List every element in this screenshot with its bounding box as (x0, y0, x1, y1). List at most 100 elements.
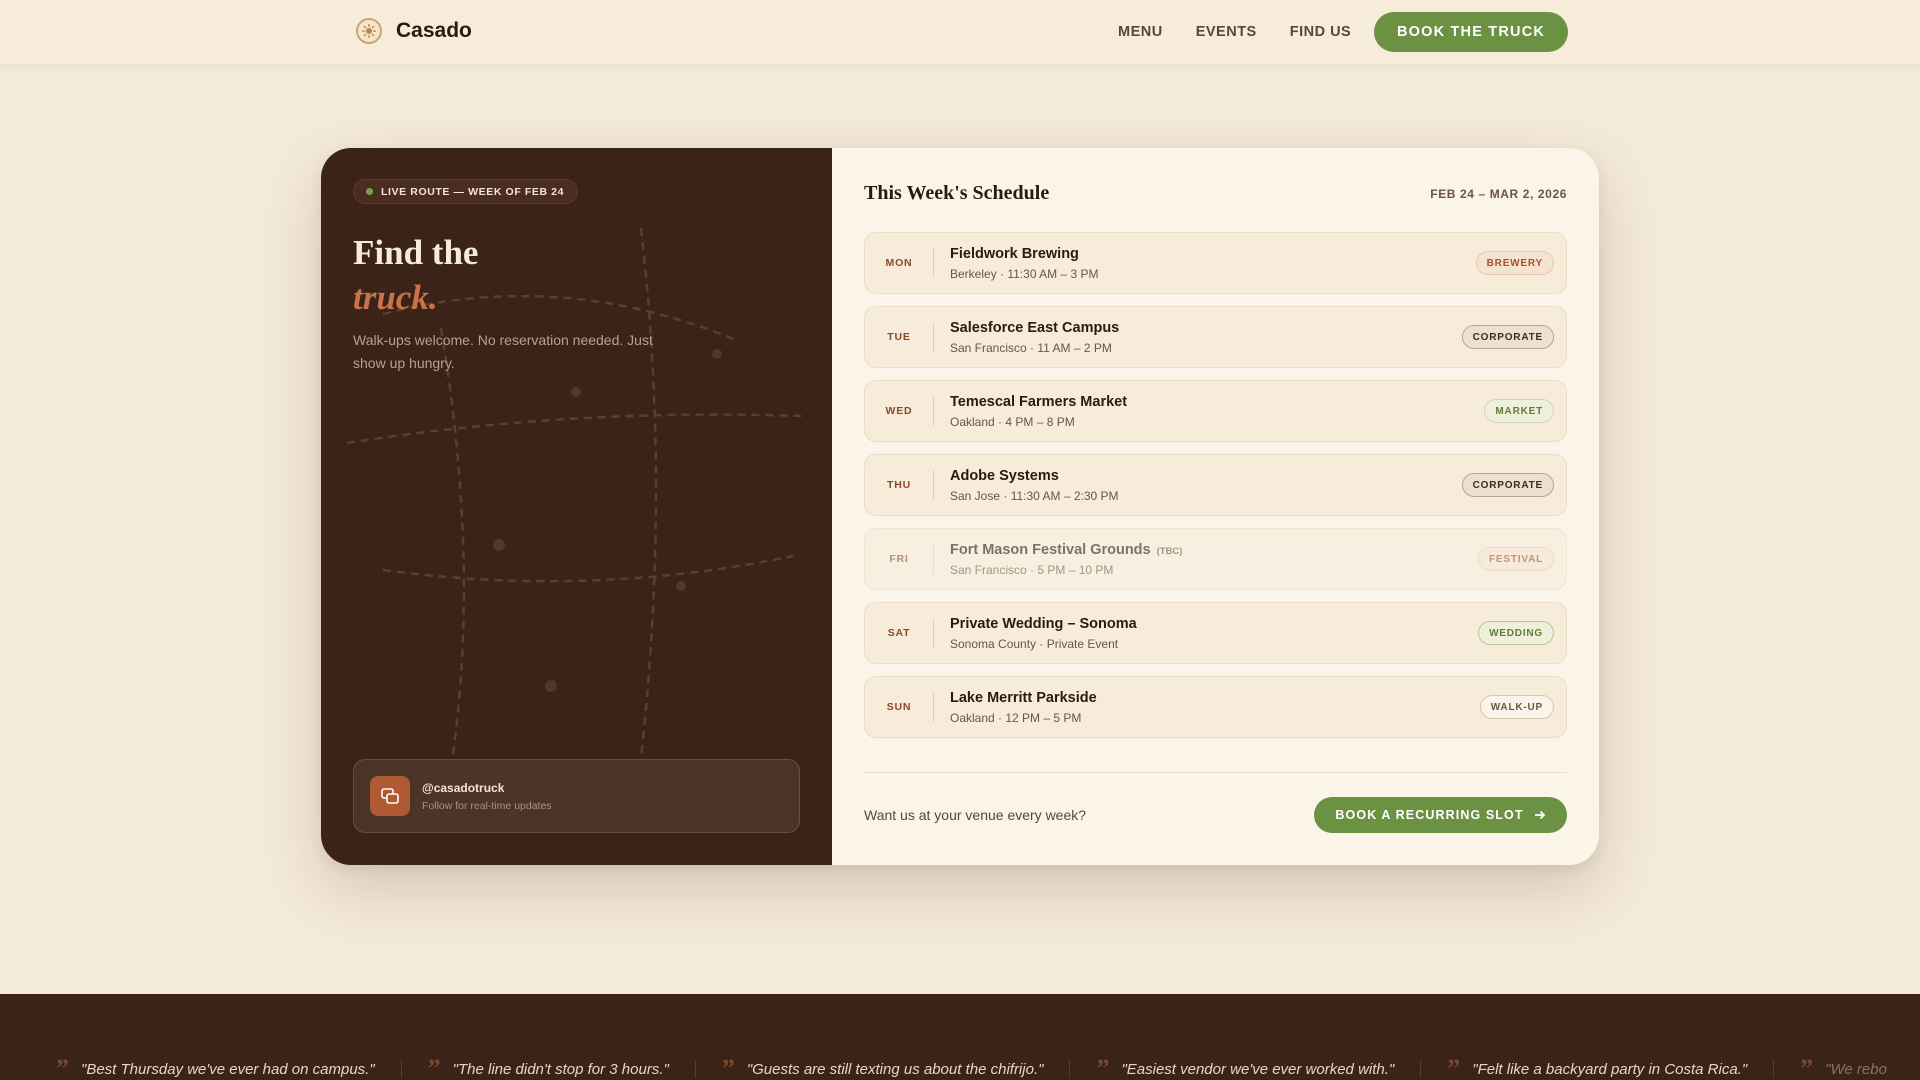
testimonial-ticker: ” "Best Thursday we've ever had on campu… (0, 994, 1920, 1080)
testimonial-item: ” "The line didn't stop for 3 hours." (427, 1054, 669, 1080)
venue-meta: San Jose · 11:30 AM – 2:30 PM (950, 489, 1119, 503)
venue-meta: Sonoma County · Private Event (950, 637, 1119, 651)
event-type-badge: WEDDING (1478, 621, 1554, 645)
live-dot-icon (366, 188, 373, 195)
testimonial-separator (1420, 1060, 1422, 1078)
testimonial-item: ” "Easiest vendor we've ever worked with… (1096, 1054, 1395, 1080)
brand-name: Casado (396, 19, 472, 42)
testimonial-separator (1069, 1060, 1071, 1078)
hero-panel: LIVE ROUTE — WEEK OF FEB 24 Find the tru… (321, 148, 832, 865)
tbc-label: (TBC) (1156, 546, 1183, 557)
book-the-truck-button[interactable]: BOOK THE TRUCK (1374, 12, 1568, 52)
social-note: Follow for real-time updates (422, 799, 552, 812)
testimonial-text: "Best Thursday we've ever had on campus.… (81, 1060, 375, 1078)
testimonial-separator (694, 1060, 696, 1078)
testimonial-separator (1773, 1060, 1775, 1078)
event-type-badge: FESTIVAL (1478, 547, 1554, 571)
testimonial-list: ” "Best Thursday we've ever had on campu… (56, 1054, 1887, 1080)
schedule-row-wed[interactable]: WED Temescal Farmers Market Oakland · 4 … (864, 380, 1567, 442)
venue-meta: Berkeley · 11:30 AM – 3 PM (950, 267, 1099, 281)
hero-title-line1: Find the (353, 233, 479, 272)
venue-name: Fort Mason Festival Grounds (TBC) (950, 542, 1183, 558)
schedule-title: This Week's Schedule (864, 182, 1050, 204)
quote-mark-icon: ” (1447, 1054, 1461, 1080)
schedule-list: MON Fieldwork Brewing Berkeley · 11:30 A… (864, 232, 1567, 750)
nav-link-menu[interactable]: MENU (1118, 24, 1163, 40)
book-recurring-slot-button[interactable]: BOOK A RECURRING SLOT (1314, 797, 1567, 833)
venue-name: Fieldwork Brewing (950, 246, 1079, 262)
day-label: SUN (886, 701, 912, 713)
quote-mark-icon: ” (721, 1054, 735, 1080)
testimonial-item: ” "Best Thursday we've ever had on campu… (56, 1054, 375, 1080)
venue-meta: Oakland · 12 PM – 5 PM (950, 711, 1082, 725)
social-handle: @casadotruck (422, 780, 505, 795)
venue-meta: San Francisco · 5 PM – 10 PM (950, 563, 1114, 577)
testimonial-item: ” "We rebo (1800, 1054, 1887, 1080)
social-text: @casadotruck Follow for real-time update… (422, 781, 552, 812)
event-type-badge: WALK-UP (1479, 695, 1554, 719)
quote-mark-icon: ” (1800, 1054, 1814, 1080)
schedule-row-fri[interactable]: FRI Fort Mason Festival Grounds (TBC) San… (864, 528, 1567, 590)
arrow-right-icon (1534, 810, 1545, 820)
day-label: THU (887, 479, 911, 491)
event-type-badge: MARKET (1484, 399, 1554, 423)
hero-title-line2: truck. (353, 278, 438, 317)
nav-link-events[interactable]: EVENTS (1196, 24, 1257, 40)
hero-title: Find the truck. (353, 230, 478, 320)
day-label: SAT (887, 627, 911, 639)
venue-meta: San Francisco · 11 AM – 2 PM (950, 341, 1112, 355)
venue-name: Salesforce East Campus (950, 320, 1120, 336)
row-divider (933, 544, 934, 574)
event-type-badge: BREWERY (1475, 251, 1554, 275)
nav-link-find-us[interactable]: FIND US (1290, 24, 1352, 40)
schedule-row-sat[interactable]: SAT Private Wedding – Sonoma Sonoma Coun… (864, 602, 1567, 664)
schedule-row-sun[interactable]: SUN Lake Merritt Parkside Oakland · 12 P… (864, 676, 1567, 738)
nav-links: MENU EVENTS FIND US (1118, 24, 1351, 40)
testimonial-separator (400, 1060, 402, 1078)
venue-name: Lake Merritt Parkside (950, 690, 1097, 706)
schedule-date-range: FEB 24 – MAR 2, 2026 (1430, 187, 1567, 201)
schedule-card: LIVE ROUTE — WEEK OF FEB 24 Find the tru… (321, 148, 1599, 865)
day-label: TUE (887, 331, 911, 343)
testimonial-text: "Guests are still texting us about the c… (746, 1060, 1044, 1078)
venue-name: Adobe Systems (950, 468, 1059, 484)
venue-name: Temescal Farmers Market (950, 394, 1128, 410)
quote-mark-icon: ” (56, 1054, 69, 1080)
testimonial-item: ” "Guests are still texting us about the… (721, 1054, 1044, 1080)
venue-name: Private Wedding – Sonoma (950, 616, 1137, 632)
sun-emblem-icon (356, 18, 382, 44)
event-type-badge: CORPORATE (1461, 325, 1554, 349)
row-divider (933, 248, 934, 278)
brand[interactable]: Casado (356, 18, 472, 44)
testimonial-text: "Felt like a backyard party in Costa Ric… (1472, 1060, 1748, 1078)
recurring-prompt: Want us at your venue every week? (864, 807, 1087, 823)
hero-subtitle: Walk-ups welcome. No reservation needed.… (353, 332, 653, 371)
chat-bubbles-icon (370, 776, 410, 816)
testimonial-text: "We rebo (1825, 1060, 1887, 1078)
schedule-row-mon[interactable]: MON Fieldwork Brewing Berkeley · 11:30 A… (864, 232, 1567, 294)
event-type-badge: CORPORATE (1461, 473, 1554, 497)
quote-mark-icon: ” (427, 1054, 441, 1080)
row-divider (933, 618, 934, 648)
row-divider (933, 396, 934, 426)
venue-meta: Oakland · 4 PM – 8 PM (950, 415, 1075, 429)
schedule-row-thu[interactable]: THU Adobe Systems San Jose · 11:30 AM – … (864, 454, 1567, 516)
testimonial-text: "The line didn't stop for 3 hours." (452, 1060, 669, 1078)
testimonial-item: ” "Felt like a backyard party in Costa R… (1447, 1054, 1748, 1080)
row-divider (933, 322, 934, 352)
live-route-label: LIVE ROUTE — WEEK OF FEB 24 (381, 185, 565, 198)
schedule-panel: This Week's Schedule FEB 24 – MAR 2, 202… (832, 148, 1599, 865)
social-follow-card[interactable]: @casadotruck Follow for real-time update… (353, 759, 800, 833)
quote-mark-icon: ” (1096, 1054, 1110, 1080)
testimonial-text: "Easiest vendor we've ever worked with." (1121, 1060, 1395, 1078)
row-divider (933, 692, 934, 722)
book-recurring-slot-label: BOOK A RECURRING SLOT (1335, 808, 1524, 822)
row-divider (933, 470, 934, 500)
day-label: MON (885, 257, 913, 269)
day-label: FRI (889, 553, 909, 565)
schedule-row-tue[interactable]: TUE Salesforce East Campus San Francisco… (864, 306, 1567, 368)
live-route-badge: LIVE ROUTE — WEEK OF FEB 24 (353, 179, 579, 204)
top-nav: Casado MENU EVENTS FIND US BOOK THE TRUC… (0, 0, 1920, 64)
day-label: WED (885, 405, 913, 417)
cta-divider (864, 772, 1567, 773)
